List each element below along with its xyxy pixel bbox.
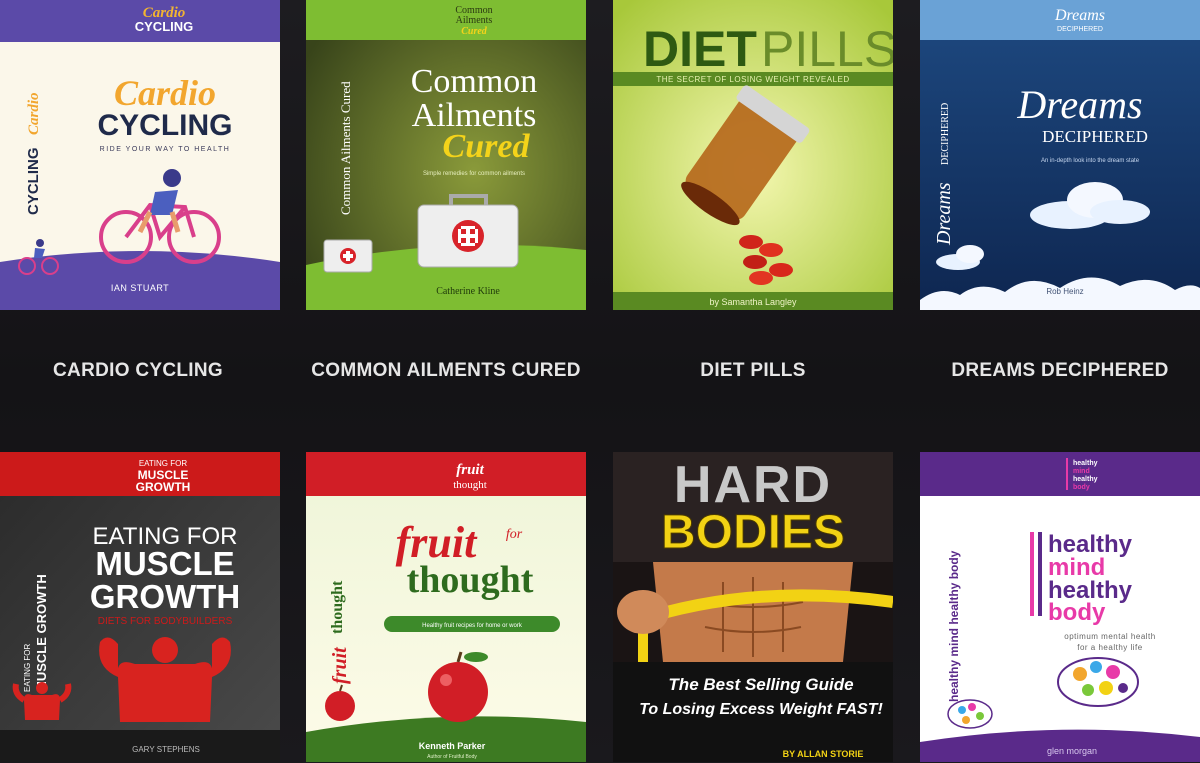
svg-text:healthy: healthy: [1073, 460, 1098, 467]
cover-art-cardio-cycling: Cardio CYCLING Cardio CYCLING RIDE YOUR …: [0, 0, 280, 310]
cover-art-hard-bodies: HARD BODIES The Best Selling Guide To Lo…: [613, 452, 893, 762]
svg-text:Common Ailments Cured: Common Ailments Cured: [338, 81, 353, 215]
svg-text:body: body: [1073, 484, 1090, 491]
svg-text:An in-depth look into the drea: An in-depth look into the dream state: [1041, 158, 1140, 164]
svg-text:fruit: fruit: [329, 646, 351, 684]
book-cover-dreams-deciphered[interactable]: Dreams DECIPHERED Dreams DECIPHERED An i…: [920, 0, 1200, 310]
svg-text:RIDE YOUR WAY TO HEALTH: RIDE YOUR WAY TO HEALTH: [100, 146, 231, 153]
cover-art-healthy-mind: healthy mind healthy body healthy mind h…: [920, 452, 1200, 762]
svg-text:mind: mind: [1073, 468, 1090, 475]
svg-text:body: body: [1048, 599, 1106, 626]
svg-text:DECIPHERED: DECIPHERED: [940, 103, 951, 165]
svg-text:EATING FOR: EATING FOR: [23, 643, 32, 692]
svg-text:CYCLING: CYCLING: [98, 109, 233, 142]
svg-text:Healthy fruit recipes for home: Healthy fruit recipes for home or work: [422, 623, 523, 629]
svg-text:for a healthy life: for a healthy life: [1077, 643, 1143, 652]
cover-art-muscle-growth: EATING FOR MUSCLE GROWTH EATING FOR MUSC…: [0, 452, 280, 762]
svg-text:thought: thought: [407, 559, 534, 601]
svg-text:healthy: healthy: [1073, 476, 1098, 483]
svg-text:DIET: DIET: [643, 21, 757, 77]
svg-text:glen morgan: glen morgan: [1047, 746, 1097, 756]
svg-text:Rob Heinz: Rob Heinz: [1046, 287, 1083, 296]
svg-text:Simple remedies for common ail: Simple remedies for common ailments: [423, 171, 525, 177]
svg-text:DECIPHERED: DECIPHERED: [1042, 127, 1148, 146]
book-cover-diet-pills[interactable]: DIET PILLS THE SECRET OF LOSING WEIGHT R…: [613, 0, 893, 310]
book-title-common-ailments-cured[interactable]: COMMON AILMENTS CURED: [296, 360, 596, 382]
svg-text:Cardio: Cardio: [114, 73, 216, 113]
svg-text:Cardio: Cardio: [26, 92, 42, 135]
svg-text:healthy mind healthy body: healthy mind healthy body: [947, 550, 961, 702]
svg-text:optimum mental health: optimum mental health: [1064, 632, 1155, 641]
svg-text:BY ALLAN STORIE: BY ALLAN STORIE: [783, 749, 864, 759]
svg-text:MUSCLE: MUSCLE: [95, 545, 234, 582]
svg-text:DECIPHERED: DECIPHERED: [1057, 26, 1103, 33]
svg-text:The Best Selling Guide: The Best Selling Guide: [668, 675, 853, 694]
svg-text:GROWTH: GROWTH: [136, 480, 191, 494]
svg-text:for: for: [506, 527, 523, 542]
cover-art-fruit-for-thought: fruit thought fruit for thought Healthy …: [306, 452, 586, 762]
svg-text:Cured: Cured: [443, 128, 531, 165]
svg-text:EATING FOR: EATING FOR: [139, 459, 188, 468]
cover-art-common-ailments: Common Ailments Cured Common Ailments Cu…: [306, 0, 586, 310]
svg-text:DIETS FOR BODYBUILDERS: DIETS FOR BODYBUILDERS: [98, 616, 233, 627]
book-cover-eating-for-muscle-growth[interactable]: EATING FOR MUSCLE GROWTH EATING FOR MUSC…: [0, 452, 280, 762]
svg-text:Ailments: Ailments: [456, 15, 493, 26]
svg-text:PILLS: PILLS: [761, 21, 893, 77]
svg-text:GROWTH: GROWTH: [90, 578, 240, 615]
book-cover-cardio-cycling[interactable]: Cardio CYCLING Cardio CYCLING RIDE YOUR …: [0, 0, 280, 310]
svg-text:THE SECRET OF LOSING WEIGHT RE: THE SECRET OF LOSING WEIGHT REVEALED: [656, 75, 849, 84]
svg-text:CYCLING: CYCLING: [135, 19, 194, 34]
cover-art-dreams-deciphered: Dreams DECIPHERED Dreams DECIPHERED An i…: [920, 0, 1200, 310]
cover-art-diet-pills: DIET PILLS THE SECRET OF LOSING WEIGHT R…: [613, 0, 893, 310]
book-cover-common-ailments-cured[interactable]: Common Ailments Cured Common Ailments Cu…: [306, 0, 586, 310]
book-title-dreams-deciphered[interactable]: DREAMS DECIPHERED: [910, 360, 1200, 382]
svg-text:fruit: fruit: [456, 462, 484, 478]
svg-text:Cured: Cured: [461, 26, 488, 37]
svg-text:Dreams: Dreams: [1054, 7, 1105, 24]
svg-text:by Samantha Langley: by Samantha Langley: [709, 297, 797, 307]
svg-text:BODIES: BODIES: [661, 506, 845, 559]
book-cover-hard-bodies[interactable]: HARD BODIES The Best Selling Guide To Lo…: [613, 452, 893, 762]
svg-text:GARY STEPHENS: GARY STEPHENS: [132, 745, 200, 754]
book-cover-healthy-mind-healthy-body[interactable]: healthy mind healthy body healthy mind h…: [920, 452, 1200, 762]
svg-text:thought: thought: [329, 580, 346, 634]
svg-text:To Losing Excess Weight FAST!: To Losing Excess Weight FAST!: [639, 701, 883, 718]
svg-text:Kenneth Parker: Kenneth Parker: [419, 741, 486, 751]
book-grid: Cardio CYCLING Cardio CYCLING RIDE YOUR …: [0, 0, 1200, 763]
svg-text:IAN STUART: IAN STUART: [111, 283, 169, 293]
svg-text:Dreams: Dreams: [1016, 82, 1142, 127]
book-title-diet-pills[interactable]: DIET PILLS: [603, 360, 903, 382]
book-title-cardio-cycling[interactable]: CARDIO CYCLING: [0, 360, 288, 382]
svg-text:Catherine Kline: Catherine Kline: [436, 286, 500, 297]
svg-text:Dreams: Dreams: [933, 182, 955, 246]
svg-text:MUSCLE GROWTH: MUSCLE GROWTH: [34, 574, 49, 692]
svg-text:Author of Fruitful Body: Author of Fruitful Body: [427, 754, 477, 760]
book-cover-fruit-for-thought[interactable]: fruit thought fruit for thought Healthy …: [306, 452, 586, 762]
svg-text:Common: Common: [411, 63, 538, 100]
svg-text:CYCLING: CYCLING: [25, 148, 42, 216]
svg-text:thought: thought: [453, 479, 487, 491]
